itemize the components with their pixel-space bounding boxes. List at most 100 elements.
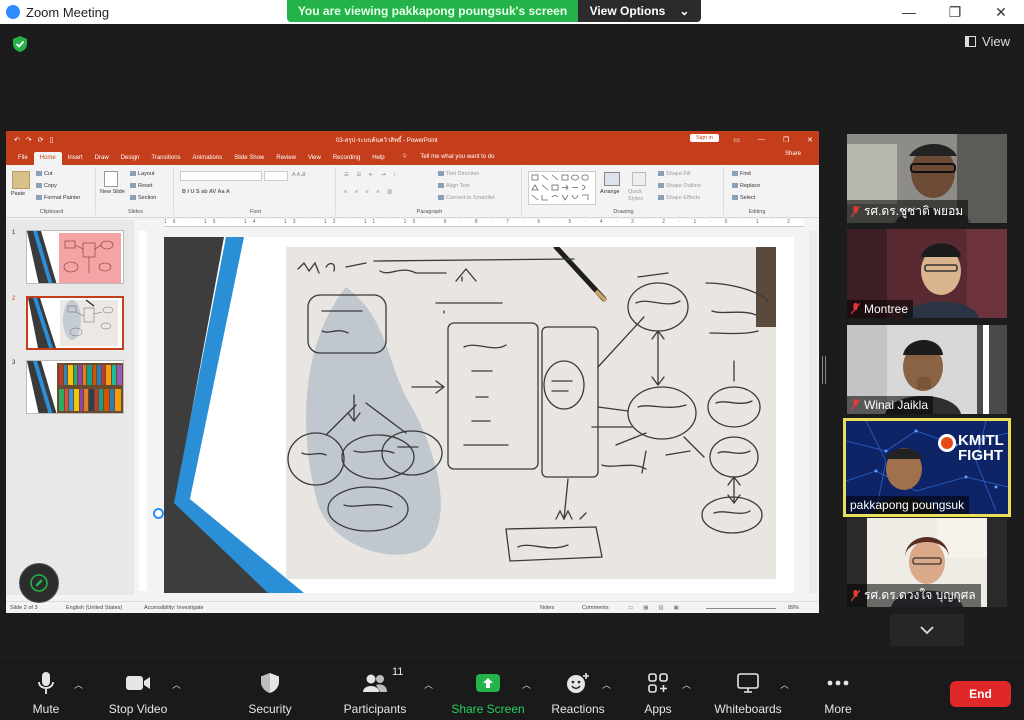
whiteboards-button[interactable]: Whiteboards	[710, 666, 786, 716]
slide-thumbnail-3[interactable]	[26, 360, 124, 414]
whiteboards-options-caret[interactable]: ︿	[780, 678, 789, 691]
shape-outline-button[interactable]: Shape Outline	[658, 183, 701, 189]
ppt-tab-design[interactable]: Design	[115, 155, 146, 165]
new-slide-label[interactable]: New Slide	[100, 189, 126, 196]
security-button[interactable]: Security	[244, 666, 296, 716]
ppt-tab-slideshow[interactable]: Slide Show	[228, 155, 270, 165]
view-options-button[interactable]: View Options ⌄	[578, 0, 701, 22]
view-mode-buttons[interactable]: ▭▦▥▣	[628, 605, 689, 611]
comments-button[interactable]: Comments	[582, 605, 609, 611]
video-tile-active-speaker[interactable]: KMITL FIGHT pakkapong poungsuk	[843, 418, 1011, 517]
layout-label: Layout	[138, 171, 155, 177]
ppt-tab-home[interactable]: Home	[33, 152, 62, 165]
font-format-buttons[interactable]: B I U S ab AV Aa A	[182, 189, 230, 195]
close-button[interactable]: ✕	[978, 0, 1024, 24]
apps-label: Apps	[644, 702, 672, 716]
notes-button[interactable]: Notes	[540, 605, 554, 611]
ppt-tab-file[interactable]: File	[12, 155, 34, 165]
copy-button[interactable]: Copy	[36, 183, 57, 189]
shape-fill-button[interactable]: Shape Fill	[658, 171, 690, 177]
arrange-label[interactable]: Arrange	[600, 189, 620, 195]
ppt-tab-animations[interactable]: Animations	[187, 155, 229, 165]
video-tile-2[interactable]: Montree	[847, 229, 1007, 318]
zoom-slider[interactable]	[706, 608, 776, 609]
mute-button[interactable]: Mute	[22, 666, 70, 716]
share-screen-icon	[476, 674, 500, 692]
reset-button[interactable]: Reset	[130, 183, 152, 189]
list-buttons[interactable]: ☰ ☰ ⇤ ⇥ ↕	[344, 172, 399, 178]
ppt-tab-draw[interactable]: Draw	[89, 155, 115, 165]
reactions-button[interactable]: Reactions	[548, 666, 608, 716]
video-tile-1[interactable]: รศ.ดร.ชูชาติ พยอม	[847, 134, 1007, 223]
section-button[interactable]: Section	[130, 195, 156, 201]
ppt-tab-recording[interactable]: Recording	[327, 155, 366, 165]
slide-thumbnail-1-image	[27, 231, 121, 283]
replace-button[interactable]: Replace	[732, 183, 760, 189]
slide-thumbnail-2[interactable]	[26, 296, 124, 350]
ribbon-group-slides: New Slide Layout Reset Section Slides	[98, 167, 174, 215]
new-slide-icon[interactable]	[104, 171, 118, 187]
ppt-tab-insert[interactable]: Insert	[62, 155, 89, 165]
apps-options-caret[interactable]: ︿	[682, 678, 691, 691]
text-direction-button[interactable]: Text Direction	[438, 171, 479, 177]
pen-outline-icon	[658, 183, 664, 189]
ppt-tab-help[interactable]: Help	[366, 155, 390, 165]
participants-button[interactable]: 11 Participants	[342, 666, 408, 716]
ppt-tab-review[interactable]: Review	[270, 155, 302, 165]
more-participants-button[interactable]	[890, 614, 964, 646]
replace-label: Replace	[740, 183, 761, 189]
zoom-level[interactable]: 89%	[788, 605, 799, 611]
align-text-button[interactable]: Align Text	[438, 183, 470, 189]
participant-name: pakkapong poungsuk	[850, 498, 965, 512]
stop-video-button[interactable]: Stop Video	[106, 666, 170, 716]
annotate-button[interactable]	[19, 563, 59, 603]
maximize-button[interactable]: ❐	[932, 0, 978, 24]
slide-thumbnail-1[interactable]	[26, 230, 124, 284]
slide-number-1: 1	[12, 230, 16, 236]
cut-button[interactable]: Cut	[36, 171, 53, 177]
format-painter-button[interactable]: Format Painter	[36, 195, 80, 201]
view-layout-icon	[965, 36, 977, 47]
language-status[interactable]: English (United States)	[66, 605, 122, 611]
font-size-buttons[interactable]: A A Ꭿ	[292, 172, 305, 179]
video-tile-5[interactable]: รศ.ดร.ดวงใจ บุญกุศล	[847, 518, 1007, 607]
view-button[interactable]: View	[965, 34, 1010, 49]
video-options-caret[interactable]: ︿	[172, 678, 181, 691]
ppt-tab-view[interactable]: View	[302, 155, 327, 165]
shapes-gallery[interactable]	[528, 171, 596, 205]
end-meeting-button[interactable]: End	[950, 681, 1011, 707]
shape-effects-button[interactable]: Shape Effects	[658, 195, 700, 201]
paste-label[interactable]: Paste	[11, 191, 25, 197]
slide-canvas[interactable]	[164, 237, 794, 593]
share-screen-button[interactable]: Share Screen	[451, 666, 525, 716]
minimize-button[interactable]: —	[886, 0, 932, 24]
find-button[interactable]: Find	[732, 171, 751, 177]
reactions-options-caret[interactable]: ︿	[602, 678, 611, 691]
panel-splitter-handle[interactable]	[822, 356, 826, 384]
viewing-screen-text: You are viewing pakkapong poungsuk's scr…	[287, 0, 578, 22]
security-shield-icon[interactable]	[12, 35, 28, 53]
share-options-caret[interactable]: ︿	[522, 678, 531, 691]
paste-icon[interactable]	[12, 171, 30, 189]
accessibility-status[interactable]: Accessibility: Investigate	[144, 605, 204, 611]
arrange-icon[interactable]	[604, 172, 620, 186]
ppt-tell-me[interactable]: 💡︎ Tell me what you want to do	[391, 154, 507, 165]
more-button[interactable]: More	[818, 666, 858, 716]
ppt-signin-button[interactable]: Sign in	[690, 134, 719, 142]
audio-options-caret[interactable]: ︿	[74, 678, 83, 691]
ppt-vertical-scrollbar[interactable]	[809, 231, 817, 593]
font-size-box[interactable]	[264, 171, 288, 181]
layout-button[interactable]: Layout	[130, 171, 155, 177]
select-button[interactable]: Select	[732, 195, 755, 201]
video-tile-3[interactable]: Winai Jaikla	[847, 325, 1007, 414]
font-name-box[interactable]	[180, 171, 262, 181]
ppt-share-button[interactable]: Share	[779, 151, 807, 161]
ppt-tab-transitions[interactable]: Transitions	[145, 155, 186, 165]
smartart-button[interactable]: Convert to SmartArt	[438, 195, 495, 201]
quick-styles-label[interactable]: Quick Styles	[628, 189, 652, 203]
shared-screen-powerpoint[interactable]: ↶↷⟳▯ 03-สรุป-ระบบค้นคว้าสิทธิ์ - PowerPo…	[6, 131, 819, 613]
participants-options-caret[interactable]: ︿	[424, 678, 433, 691]
align-buttons[interactable]: ≡ ≡ ≡ ≡ ▥	[344, 189, 395, 195]
quick-styles-icon[interactable]	[632, 172, 646, 186]
apps-button[interactable]: Apps	[636, 666, 680, 716]
